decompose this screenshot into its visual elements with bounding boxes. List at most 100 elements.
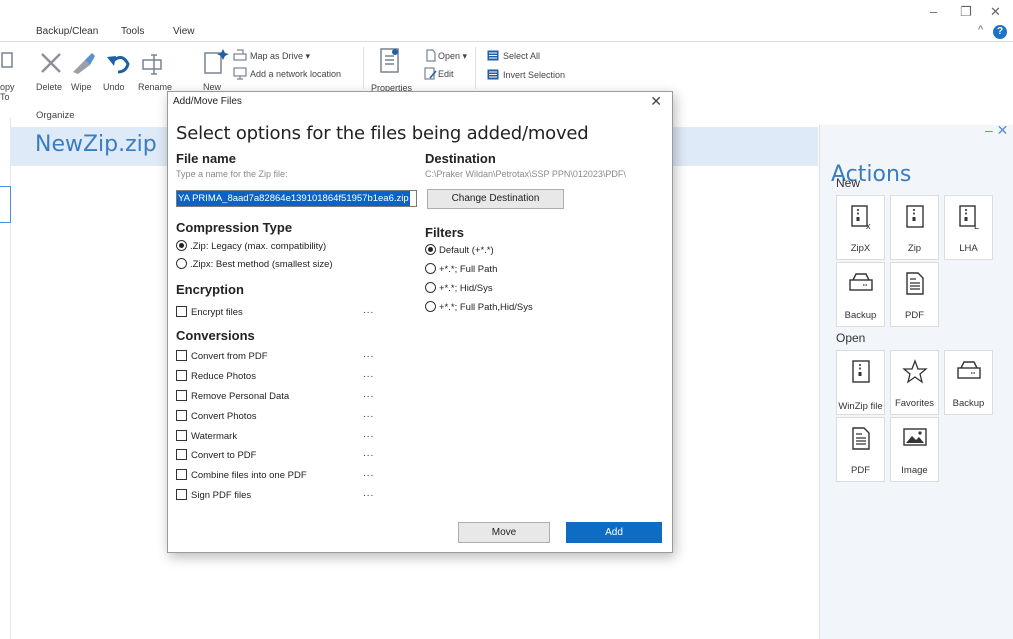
dialog-close-button[interactable]: ✕ xyxy=(650,93,662,110)
minimize-button[interactable]: – xyxy=(930,4,937,19)
checkbox-icon[interactable] xyxy=(176,370,187,381)
conversion-settings-button[interactable]: ... xyxy=(363,488,374,499)
conversion-settings-button[interactable]: ... xyxy=(363,429,374,440)
close-window-button[interactable]: ✕ xyxy=(990,4,1001,20)
conversion-option[interactable]: Convert Photos xyxy=(176,410,256,422)
radio-icon[interactable] xyxy=(176,258,187,269)
open-button[interactable]: Open ▾ xyxy=(438,51,467,62)
invert-selection-icon[interactable] xyxy=(487,69,499,80)
file-name-input[interactable]: YA PRIMA_8aad7a82864e139101864f51957b1ea… xyxy=(176,190,417,207)
checkbox-icon[interactable] xyxy=(176,390,187,401)
zipx-file-icon: x xyxy=(850,205,871,230)
filter-option-default[interactable]: Default (+*.*) xyxy=(425,244,494,256)
delete-button-label[interactable]: Delete xyxy=(36,82,62,92)
radio-icon[interactable] xyxy=(425,263,436,274)
help-icon[interactable]: ? xyxy=(993,25,1007,39)
conversion-option-label: Convert from PDF xyxy=(191,351,268,362)
lha-tile-label: LHA xyxy=(959,243,978,254)
new-pdf-tile[interactable]: PDF xyxy=(890,262,939,327)
new-lha-tile[interactable]: L LHA xyxy=(944,195,993,260)
left-pane-selection-marker[interactable] xyxy=(0,186,11,223)
open-winzip-file-tile[interactable]: WinZip file xyxy=(836,350,885,415)
filter-option-full-path-hid-sys-label: +*.*; Full Path,Hid/Sys xyxy=(439,302,533,313)
properties-icon[interactable] xyxy=(379,47,401,75)
map-drive-icon[interactable] xyxy=(233,49,247,61)
checkbox-icon[interactable] xyxy=(176,449,187,460)
checkbox-icon[interactable] xyxy=(176,410,187,421)
compression-type-heading: Compression Type xyxy=(176,220,293,235)
encrypt-files-label: Encrypt files xyxy=(191,307,243,318)
checkbox-icon[interactable] xyxy=(176,430,187,441)
map-as-drive-button[interactable]: Map as Drive ▾ xyxy=(250,51,310,62)
winzip-file-tile-label: WinZip file xyxy=(838,401,883,412)
edit-icon[interactable] xyxy=(424,67,437,80)
conversion-option[interactable]: Reduce Photos xyxy=(176,370,256,382)
file-name-value: YA PRIMA_8aad7a82864e139101864f51957b1ea… xyxy=(177,191,410,206)
backup-drive-icon xyxy=(848,273,873,291)
delete-icon[interactable] xyxy=(38,50,64,76)
radio-icon[interactable] xyxy=(425,301,436,312)
copy-to-icon[interactable] xyxy=(0,50,16,74)
network-location-icon[interactable] xyxy=(233,67,247,80)
encrypt-settings-button[interactable]: ... xyxy=(363,305,374,316)
svg-text:L: L xyxy=(974,221,979,230)
invert-selection-button[interactable]: Invert Selection xyxy=(503,70,565,80)
conversion-settings-button[interactable]: ... xyxy=(363,389,374,400)
collapse-ribbon-icon[interactable]: ^ xyxy=(978,24,983,36)
add-network-location-button[interactable]: Add a network location xyxy=(250,69,341,79)
conversion-settings-button[interactable]: ... xyxy=(363,409,374,420)
filter-option-full-path[interactable]: +*.*; Full Path xyxy=(425,263,497,275)
open-icon[interactable] xyxy=(424,49,437,62)
new-backup-tile[interactable]: Backup xyxy=(836,262,885,327)
filter-option-full-path-hid-sys[interactable]: +*.*; Full Path,Hid/Sys xyxy=(425,301,533,313)
change-destination-button[interactable]: Change Destination xyxy=(427,189,564,209)
undo-icon[interactable] xyxy=(104,50,132,76)
checkbox-icon[interactable] xyxy=(176,350,187,361)
checkbox-icon[interactable] xyxy=(176,489,187,500)
open-image-tile[interactable]: Image xyxy=(890,417,939,482)
conversion-option[interactable]: Convert from PDF xyxy=(176,350,268,362)
conversion-settings-button[interactable]: ... xyxy=(363,448,374,459)
conversion-option[interactable]: Watermark xyxy=(176,430,237,442)
tab-tools[interactable]: Tools xyxy=(121,26,144,37)
actions-open-label: Open xyxy=(836,331,866,345)
actions-pane-controls[interactable]: – ✕ xyxy=(985,122,1008,139)
tab-view[interactable]: View xyxy=(173,26,195,37)
move-button[interactable]: Move xyxy=(458,522,550,543)
wipe-button-label[interactable]: Wipe xyxy=(71,82,92,92)
compression-option-zip[interactable]: .Zip: Legacy (max. compatibility) xyxy=(176,240,326,252)
undo-button-label[interactable]: Undo xyxy=(103,82,125,92)
add-button[interactable]: Add xyxy=(566,522,662,543)
filter-option-hid-sys[interactable]: +*.*; Hid/Sys xyxy=(425,282,493,294)
conversion-settings-button[interactable]: ... xyxy=(363,349,374,360)
encryption-heading: Encryption xyxy=(176,282,244,297)
new-file-icon[interactable] xyxy=(203,47,231,77)
new-zipx-tile[interactable]: x ZipX xyxy=(836,195,885,260)
edit-button[interactable]: Edit xyxy=(438,69,454,79)
conversion-option[interactable]: Convert to PDF xyxy=(176,449,256,461)
restore-button[interactable]: ❐ xyxy=(960,4,972,20)
checkbox-icon[interactable] xyxy=(176,306,187,317)
conversion-option[interactable]: Sign PDF files xyxy=(176,489,251,501)
rename-icon[interactable] xyxy=(141,52,167,76)
conversion-option[interactable]: Combine files into one PDF xyxy=(176,469,307,481)
conversion-option[interactable]: Remove Personal Data xyxy=(176,390,289,402)
select-all-button[interactable]: Select All xyxy=(503,51,540,61)
wipe-icon[interactable] xyxy=(67,50,97,76)
radio-icon[interactable] xyxy=(425,282,436,293)
radio-selected-icon[interactable] xyxy=(425,244,436,255)
open-favorites-tile[interactable]: Favorites xyxy=(890,350,939,415)
conversion-settings-button[interactable]: ... xyxy=(363,468,374,479)
conversion-settings-button[interactable]: ... xyxy=(363,369,374,380)
new-zip-tile[interactable]: Zip xyxy=(890,195,939,260)
open-backup-tile[interactable]: Backup xyxy=(944,350,993,415)
tab-backup-clean[interactable]: Backup/Clean xyxy=(36,26,98,37)
image-tile-label: Image xyxy=(901,465,928,476)
select-all-icon[interactable] xyxy=(487,50,499,61)
checkbox-icon[interactable] xyxy=(176,469,187,480)
backup-drive-icon xyxy=(956,361,981,379)
open-pdf-tile[interactable]: PDF xyxy=(836,417,885,482)
encrypt-files-option[interactable]: Encrypt files xyxy=(176,306,243,318)
compression-option-zipx[interactable]: .Zipx: Best method (smallest size) xyxy=(176,258,333,270)
radio-selected-icon[interactable] xyxy=(176,240,187,251)
